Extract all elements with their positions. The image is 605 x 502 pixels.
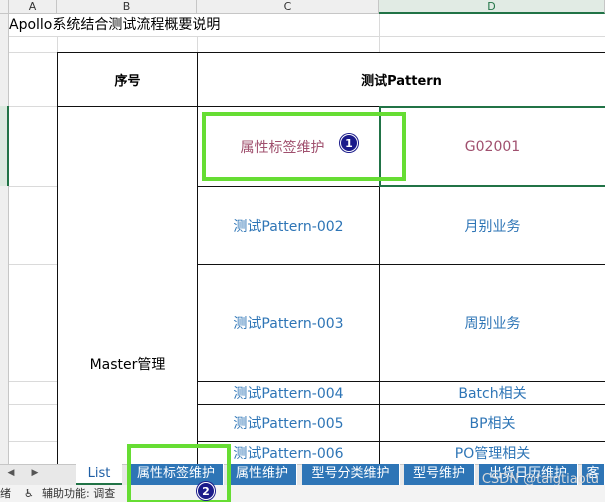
pattern-cell-3[interactable]: 测试Pattern-003: [198, 265, 379, 381]
pattern-cell-5[interactable]: 测试Pattern-005: [198, 405, 379, 441]
grid-line: [9, 52, 57, 53]
pattern-cell-2[interactable]: 测试Pattern-002: [198, 187, 379, 264]
grid-line: [9, 106, 57, 107]
header-sequence-no[interactable]: 序号: [58, 53, 197, 106]
grid-line: [57, 36, 58, 52]
step-badge-2: 2: [197, 482, 215, 500]
status-left-fragment: 绪: [0, 487, 11, 500]
column-header-c[interactable]: C: [197, 0, 379, 14]
row-header-column[interactable]: [0, 14, 9, 466]
tab-scroll-right-icon[interactable]: ▶: [28, 466, 42, 480]
row-header-selected[interactable]: [0, 106, 9, 186]
grid-line: [9, 404, 57, 405]
grid-line: [9, 264, 57, 265]
column-header-b[interactable]: B: [57, 0, 197, 14]
grid-line: [379, 14, 380, 52]
desc-cell-3[interactable]: 周别业务: [380, 265, 605, 381]
step-badge-1: 1: [340, 134, 358, 152]
grid-line: [9, 381, 57, 382]
active-cell-selection: [379, 106, 605, 187]
highlight-box-sheet-tab: [127, 444, 231, 502]
grid-line: [9, 186, 57, 187]
pattern-cell-4[interactable]: 测试Pattern-004: [198, 382, 379, 404]
desc-cell-2[interactable]: 月别业务: [380, 187, 605, 264]
select-all-corner[interactable]: [0, 0, 9, 14]
desc-cell-6[interactable]: PO管理相关: [380, 442, 605, 464]
group-label-master[interactable]: Master管理: [58, 264, 197, 464]
grid-line: [9, 441, 57, 442]
sheet-title[interactable]: Apollo系统结合测试流程概要说明: [9, 14, 220, 36]
tab-scroll-left-icon[interactable]: ◀: [4, 466, 18, 480]
highlight-box-pattern-cell: [202, 112, 406, 181]
desc-cell-4[interactable]: Batch相关: [380, 382, 605, 404]
column-header-a[interactable]: A: [9, 0, 57, 14]
sheet-tab-attribute[interactable]: 属性维护: [228, 464, 297, 485]
status-bar: 绪 ♿ 辅助功能: 调查: [0, 485, 605, 502]
grid-line: [9, 36, 605, 37]
column-header-d[interactable]: D: [379, 0, 605, 14]
status-accessibility[interactable]: 辅助功能: 调查: [42, 485, 115, 502]
header-test-pattern[interactable]: 测试Pattern: [198, 53, 605, 106]
sheet-tab-list[interactable]: List: [76, 464, 122, 485]
sheet-tab-model-category[interactable]: 型号分类维护: [302, 464, 400, 485]
accessibility-icon[interactable]: ♿: [24, 485, 34, 502]
grid-line: [197, 36, 198, 52]
desc-cell-5[interactable]: BP相关: [380, 405, 605, 441]
sheet-tab-model[interactable]: 型号维护: [404, 464, 475, 485]
